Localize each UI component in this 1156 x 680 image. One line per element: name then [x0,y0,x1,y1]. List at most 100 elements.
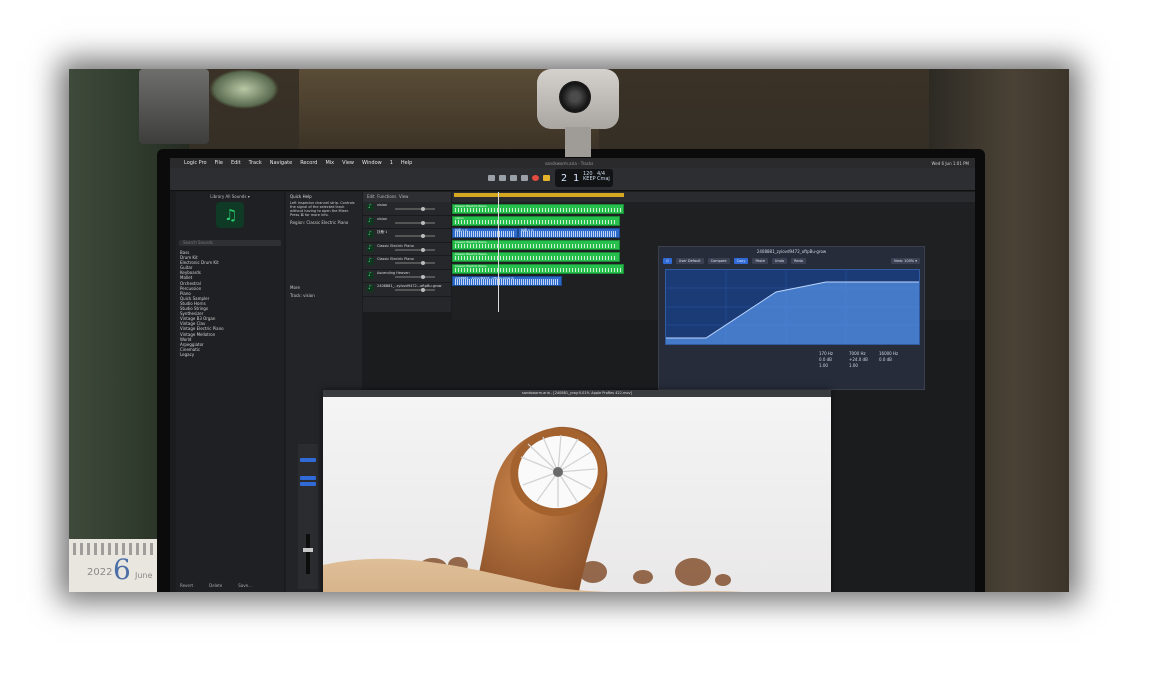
region[interactable]: Classic Electric Piano [452,240,620,250]
track-name: vision [377,216,388,221]
region-waveform [455,256,617,260]
region[interactable]: 2408881_..zylovd9472...oftpBu-grow ◎ [452,276,562,286]
webcam-mount [565,127,591,157]
preset-select[interactable]: User Default [675,258,704,264]
menu-item[interactable]: Window [362,160,382,166]
edit-menu[interactable]: Edit [367,194,375,199]
forward-icon[interactable] [499,175,506,181]
menu-item[interactable]: Logic Pro [184,160,207,166]
transport-controls [488,175,550,181]
channel-eq-button[interactable] [300,458,316,462]
video-player-window: sandsworm.aria - [240881_yrag·0.019- App… [323,390,831,592]
cycle-icon[interactable] [543,175,550,181]
eq-readout[interactable]: 1.00 [819,363,849,369]
library-patch-icon: ♫ [216,202,244,228]
eq-window-title: 2408881_zylovd9472_oftpBu-grow [756,249,827,254]
paste-button[interactable]: Paste [752,258,768,264]
library-header: Library All Sounds ▾ [210,194,250,199]
menu-item[interactable]: Edit [231,160,241,166]
volume-fader[interactable] [303,534,313,574]
timeline-ruler[interactable] [452,192,975,202]
view-menu[interactable]: View [399,194,409,199]
region-inspector-label[interactable]: Region: Classic Electric Piano [290,220,358,225]
track-header[interactable]: 扶桑·1 [363,229,451,243]
track-name: Classic Electric Piano [377,243,414,248]
rewind-icon[interactable] [488,175,495,181]
playhead[interactable] [498,192,499,312]
revert-button[interactable]: Revert [180,583,193,588]
track-header[interactable]: vision [363,202,451,216]
menu-item[interactable]: 1 [390,160,393,166]
eq-readout[interactable]: 0.0 dB [879,357,909,363]
region[interactable]: Classic Electric Piano [452,264,624,274]
region[interactable]: 扶桑·1 ◎ [518,228,620,238]
track-icon [367,257,374,265]
track-inspector-label[interactable]: Track: vision [290,293,358,298]
lcd-display[interactable]: 2 1 120 KEEP 4/4 Cmaj [555,169,613,187]
track-header[interactable]: 2408881_..zylovd9472...oftpBu-grow [363,283,451,297]
menu-item[interactable]: Record [300,160,317,166]
track-icon [367,217,374,225]
region-waveform [455,268,621,272]
track-volume-slider[interactable] [395,288,435,292]
track-volume-slider[interactable] [395,220,435,225]
window-light [209,69,279,109]
undo-button[interactable]: Undo [771,258,788,264]
quick-help-title[interactable]: Quick Help [290,194,358,199]
eq-readout[interactable]: 1.00 [849,363,879,369]
more-label[interactable]: More [290,285,358,290]
lcd-bar-beat: 2 1 [561,173,580,184]
send-button[interactable] [300,476,316,480]
lcd-tempo: 120 KEEP [583,171,596,182]
copy-button[interactable]: Copy [733,258,749,264]
eq-curve [666,270,919,344]
menu-item[interactable]: Navigate [270,160,292,166]
stop-icon[interactable] [510,175,517,181]
region[interactable]: 扶桑·1 ◎ [452,228,518,238]
region-waveform [455,231,515,237]
track-icon [367,244,374,252]
menu-item[interactable]: File [215,160,223,166]
menu-item[interactable]: Track [249,160,262,166]
screen: Logic Pro File Edit Track Navigate Recor… [170,158,975,592]
menu-item[interactable]: Mix [325,160,334,166]
track-volume-slider[interactable] [395,207,435,211]
redo-button[interactable]: Redo [791,258,806,264]
eq-graph[interactable] [665,269,920,345]
region[interactable]: Classic Electric Piano [452,252,620,262]
region-waveform [455,279,559,285]
track-header[interactable]: Classic Electric Piano [363,256,451,270]
library-search-input[interactable]: Search Sounds [179,240,281,246]
view-zoom-select[interactable]: View: 100% ▾ [890,258,920,264]
fader-cap[interactable] [303,548,313,552]
track-volume-slider[interactable] [395,247,435,252]
play-icon[interactable] [521,175,528,181]
library-item[interactable]: Legacy [180,352,280,357]
menu-item[interactable]: View [342,160,354,166]
webcam-lens [559,81,591,113]
track-volume-slider[interactable] [395,261,435,265]
status-clock: Wed 6 Jun 1:01 PM [931,160,969,166]
cycle-region[interactable] [454,193,624,197]
region[interactable]: Classic Electric Piano [452,204,624,214]
monitor: Logic Pro File Edit Track Navigate Recor… [157,149,985,592]
track-header[interactable]: Classic Electric Piano [363,243,451,256]
delete-button[interactable]: Delete [209,583,222,588]
track-icon [367,271,374,279]
power-button[interactable]: ⏻ [663,258,672,264]
track-header[interactable]: Ascending Heaven [363,270,451,283]
record-icon[interactable] [532,175,539,181]
functions-menu[interactable]: Functions [377,194,396,199]
track-rows: vision vision 扶桑·1 Classic Electric Piano Cl… [363,202,451,297]
track-header[interactable]: vision [363,216,451,229]
track-volume-slider[interactable] [395,274,435,279]
library-footer: Revert Delete Save... [180,583,252,588]
menu-item[interactable]: Help [401,160,412,166]
track-volume-slider[interactable] [395,234,435,238]
save-button[interactable]: Save... [238,583,252,588]
compare-button[interactable]: Compare [707,258,730,264]
send-button[interactable] [300,482,316,486]
music-note-icon: ♫ [224,206,238,224]
region[interactable]: vision [452,216,620,226]
track-name: Classic Electric Piano [377,257,414,261]
